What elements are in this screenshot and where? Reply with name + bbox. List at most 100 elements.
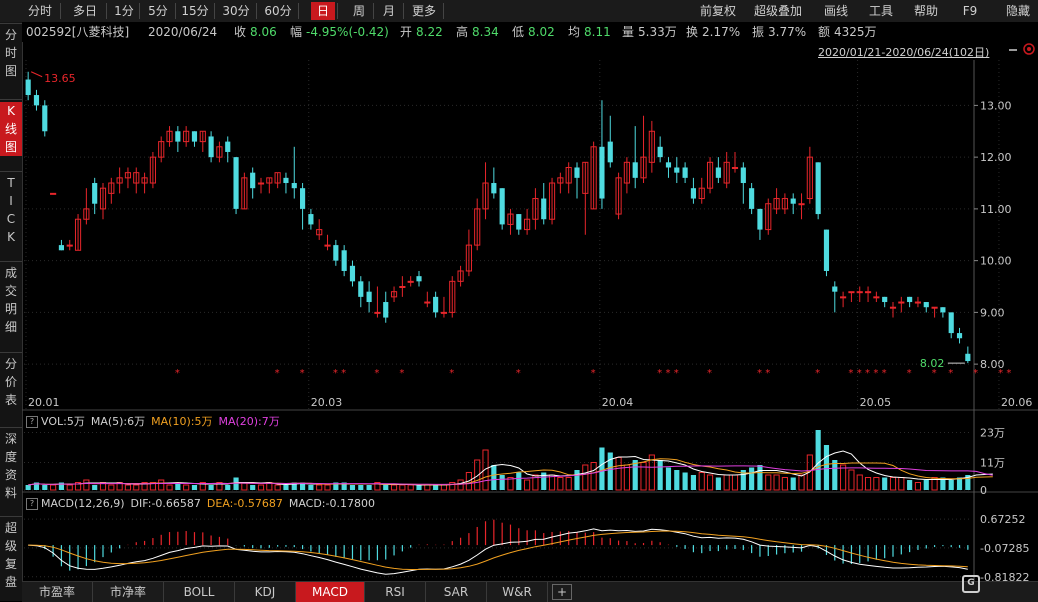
candle-body-down [599,146,605,199]
candle-body-down [358,281,364,297]
indicator-tab-7[interactable]: W&R [487,582,548,602]
period-tab-9[interactable]: 月 [377,2,401,20]
signal-star-icon: * [815,368,820,379]
candle-body-down [882,296,888,303]
left-nav-item-6[interactable]: 超级复盘 [0,519,22,591]
volume-bar-up [257,484,265,491]
toolbar-button-6[interactable]: 隐藏 [1000,2,1036,20]
period-tab-7[interactable]: 日 [311,2,335,20]
candle-body-up [856,291,863,294]
signal-star-icon: * [973,368,978,379]
volume-bar-up [83,479,90,491]
y-tick-label: 10.00 [980,255,1012,268]
volume-bar-up [274,484,281,491]
volume-bar-down [599,447,605,490]
volume-bar-down [956,477,963,490]
candle-body-down [790,198,796,204]
volume-bar-up [698,472,705,491]
indicator-tab-1[interactable]: 市净率 [93,582,164,602]
toolbar-button-1[interactable]: 超级叠加 [746,2,810,20]
period-tab-6[interactable]: 60分 [260,2,296,20]
low-value: 8.02 [528,25,555,39]
left-nav-item-2[interactable]: TICK [0,174,22,246]
toolbar-button-2[interactable]: 画线 [818,2,854,20]
volume-bar-down [308,485,314,490]
left-nav-separator [0,427,22,428]
indicator-tab-3[interactable]: KDJ [235,582,296,602]
toolbar-button-4[interactable]: 帮助 [906,2,946,20]
period-tab-5[interactable]: 30分 [218,2,254,20]
volume-bar-up [457,479,464,491]
indicator-tab-4[interactable]: MACD [296,582,365,602]
x-tick-label: 20.05 [860,396,892,409]
indicator-tab-6[interactable]: SAR [426,582,487,602]
volume-bar-down [607,452,613,490]
period-tab-10[interactable]: 更多 [407,2,441,20]
candle-body-down [948,312,954,334]
open-label: 开 [400,25,413,39]
signal-star-icon: * [865,368,870,379]
add-indicator-icon[interactable]: + [552,584,572,600]
toolbar-button-3[interactable]: 工具 [864,2,898,20]
period-tab-4[interactable]: 15分 [178,2,212,20]
tab-separator [403,3,404,19]
tab-separator [139,3,140,19]
left-nav-separator [0,99,22,100]
volume-bar-down [42,485,48,490]
low-label: 低 [512,25,525,39]
volume-bar-down [491,465,497,490]
period-tab-2[interactable]: 1分 [111,2,137,20]
toolbar-button-5[interactable]: F9 [955,2,985,20]
zoom-out-icon[interactable] [1008,44,1018,54]
volume-y-tick-label: 11万 [980,457,1005,470]
volume-ma20-line [28,465,993,486]
candle-body-up [324,244,331,247]
quote-info-bar: 002592[八菱科技] 2020/06/24 收 8.06 幅 -4.95%(… [22,22,1038,42]
date-range[interactable]: 2020/01/21-2020/06/24(102日) [818,44,989,60]
left-nav-item-5[interactable]: 深度资料 [0,430,22,502]
max-price-pointer [30,71,43,78]
indicator-tab-2[interactable]: BOLL [164,582,235,602]
candle-body-down [574,167,580,178]
signal-star-icon: * [882,368,887,379]
indicator-tab-5[interactable]: RSI [365,582,426,602]
toolbar-button-0[interactable]: 前复权 [695,2,741,20]
tab-separator [256,3,257,19]
left-nav-item-1[interactable]: K线图 [0,102,22,156]
candle-body-down [300,188,306,209]
settings-icon[interactable] [1022,42,1036,56]
left-nav-item-0[interactable]: 分时图 [0,26,22,80]
volume-bar-up [424,484,431,491]
period-tab-8[interactable]: 周 [347,2,371,20]
legend-item-3: MA(20):7万 [218,415,280,428]
volume-y-tick-label: 23万 [980,427,1005,440]
tab-separator [373,3,374,19]
signal-star-icon: * [300,368,305,379]
help-icon[interactable]: ? [26,416,38,428]
period-tab-3[interactable]: 5分 [143,2,173,20]
left-nav-item-4[interactable]: 分价表 [0,355,22,409]
candle-body-down [516,214,522,230]
candle-body-down [191,131,198,142]
volume-bar-up [706,474,714,491]
open-value: 8.22 [416,25,443,39]
legend-item-0: MACD(12,26,9) [41,497,125,510]
period-tab-1[interactable]: 多日 [66,2,104,20]
indicator-tab-0[interactable]: 市盈率 [22,582,93,602]
x-tick-label: 20.03 [311,396,343,409]
left-nav-item-3[interactable]: 成交明细 [0,264,22,336]
legend-item-1: MA(5):6万 [90,415,146,428]
volume-bar-up [914,482,922,491]
tab-separator [337,3,338,19]
candle-body-down [499,188,505,225]
candle-body-down [42,105,48,132]
candle-body-down [383,302,389,318]
macd-y-tick-label: -0.81822 [980,571,1029,581]
candle-body-down [923,302,929,308]
macd-y-tick-label: -0.07285 [980,542,1029,555]
help-icon[interactable]: ? [26,498,38,510]
volume-bar-up [873,477,880,491]
volume-bar-down [749,467,755,490]
period-tab-0[interactable]: 分时 [22,2,58,20]
volume-bar-down [882,477,888,490]
